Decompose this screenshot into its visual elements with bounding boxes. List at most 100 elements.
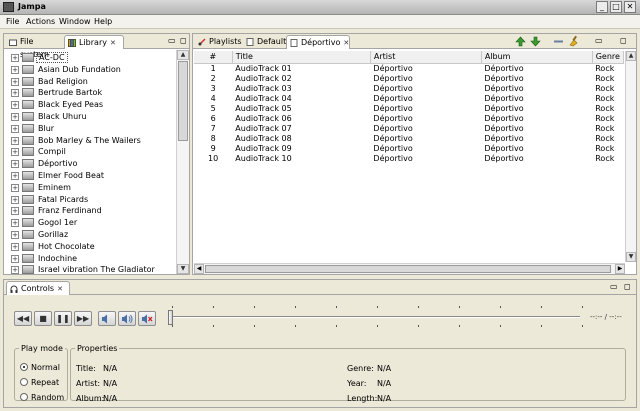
move-down-icon[interactable]: [530, 36, 541, 47]
expand-icon[interactable]: +: [11, 89, 19, 98]
remove-icon[interactable]: [553, 36, 564, 47]
minimize-view-icon[interactable]: ▭: [595, 36, 603, 45]
column-header-title[interactable]: Title: [232, 51, 371, 64]
maximize-view-icon[interactable]: ◻: [180, 36, 187, 45]
table-horizontal-scrollbar[interactable]: ◀ ▶: [194, 263, 625, 274]
scroll-left-arrow-icon[interactable]: ◀: [194, 264, 204, 274]
tab-default[interactable]: Default: [243, 35, 286, 49]
volume-down-button[interactable]: [98, 311, 116, 326]
playlist-pane: Playlists Default Déportivo ✕ ▭ ◻ # Title: [192, 33, 637, 275]
close-tab-icon[interactable]: ✕: [343, 39, 349, 47]
previous-button[interactable]: ◀◀: [14, 311, 32, 326]
expand-icon[interactable]: +: [11, 195, 19, 204]
table-cell: 3: [210, 83, 216, 93]
expand-icon[interactable]: +: [11, 101, 19, 110]
expand-icon[interactable]: +: [11, 113, 19, 121]
menu-help[interactable]: Help: [94, 17, 112, 26]
expand-icon[interactable]: +: [11, 148, 19, 157]
next-button[interactable]: ▶▶: [74, 311, 92, 326]
maximize-button[interactable]: □: [610, 1, 622, 13]
volume-up-button[interactable]: [118, 311, 136, 326]
tab-file-system[interactable]: File system: [6, 35, 64, 59]
expand-icon[interactable]: +: [11, 207, 19, 216]
column-header-genre[interactable]: Genre: [592, 51, 624, 64]
tab-deportivo[interactable]: Déportivo ✕: [286, 35, 350, 49]
menu-file[interactable]: File: [6, 17, 19, 26]
mute-button[interactable]: [138, 311, 156, 326]
tab-playlists[interactable]: Playlists: [195, 35, 242, 49]
expand-icon[interactable]: +: [11, 172, 19, 180]
maximize-view-icon[interactable]: ◻: [620, 36, 627, 45]
maximize-view-icon[interactable]: ◻: [624, 282, 631, 291]
scroll-thumb[interactable]: [178, 61, 188, 141]
expand-icon[interactable]: +: [11, 77, 19, 86]
tab-controls[interactable]: Controls ✕: [6, 281, 70, 295]
tree-item-label: Eminem: [38, 182, 71, 192]
radio-random[interactable]: Random: [20, 393, 64, 402]
table-row[interactable]: 4 AudioTrack 04 Déportivo Déportivo Rock: [194, 94, 624, 104]
stop-icon: ■: [39, 314, 47, 323]
expand-icon[interactable]: +: [11, 231, 19, 239]
column-header-number[interactable]: #: [194, 51, 233, 64]
table-row[interactable]: 2 AudioTrack 02 Déportivo Déportivo Rock: [194, 74, 624, 84]
expand-icon[interactable]: +: [11, 54, 19, 62]
menu-window[interactable]: Window: [59, 17, 91, 26]
table-row[interactable]: 10 AudioTrack 10 Déportivo Déportivo Rock: [194, 154, 624, 164]
close-tab-icon[interactable]: ✕: [110, 39, 116, 47]
expand-icon[interactable]: +: [11, 254, 19, 263]
table-row[interactable]: 5 AudioTrack 05 Déportivo Déportivo Rock: [194, 104, 624, 114]
year-value: N/A: [377, 379, 392, 388]
tab-library[interactable]: Library ✕: [64, 35, 124, 49]
table-cell: 2: [210, 73, 216, 83]
scroll-right-arrow-icon[interactable]: ▶: [615, 264, 625, 274]
expand-icon[interactable]: +: [11, 219, 19, 228]
minimize-view-icon[interactable]: ▭: [168, 36, 176, 45]
scroll-down-arrow-icon[interactable]: ▼: [626, 252, 636, 262]
horizontal-scroll-thumb[interactable]: [205, 265, 611, 273]
table-row[interactable]: 8 AudioTrack 08 Déportivo Déportivo Rock: [194, 134, 624, 144]
column-header-album[interactable]: Album: [481, 51, 593, 64]
close-tab-icon[interactable]: ✕: [57, 285, 63, 293]
table-row[interactable]: 9 AudioTrack 09 Déportivo Déportivo Rock: [194, 144, 624, 154]
table-row[interactable]: 1 AudioTrack 01 Déportivo Déportivo Rock: [194, 63, 624, 74]
close-button[interactable]: ✕: [624, 1, 636, 13]
minimize-button[interactable]: _: [596, 1, 608, 13]
position-slider[interactable]: [166, 305, 583, 329]
library-scrollbar[interactable]: ▲ ▼: [176, 50, 189, 274]
clear-icon[interactable]: [568, 35, 580, 47]
column-header-artist[interactable]: Artist: [370, 51, 482, 64]
radio-repeat[interactable]: Repeat: [20, 378, 59, 387]
move-up-icon[interactable]: [515, 36, 526, 47]
expand-icon[interactable]: +: [11, 124, 19, 133]
slider-tick: [541, 325, 542, 327]
menu-actions[interactable]: Actions: [26, 17, 55, 26]
minimize-view-icon[interactable]: ▭: [610, 282, 618, 291]
scroll-up-arrow-icon[interactable]: ▲: [177, 50, 189, 60]
window-title: Jampa: [18, 2, 46, 11]
radio-normal[interactable]: Normal: [20, 363, 60, 372]
expand-icon[interactable]: +: [11, 65, 19, 74]
table-row[interactable]: 3 AudioTrack 03 Déportivo Déportivo Rock: [194, 84, 624, 94]
expand-icon[interactable]: +: [11, 266, 19, 274]
expand-icon[interactable]: +: [11, 160, 19, 169]
table-row[interactable]: 7 AudioTrack 07 Déportivo Déportivo Rock: [194, 124, 624, 134]
scroll-down-arrow-icon[interactable]: ▼: [177, 264, 189, 274]
expand-icon[interactable]: +: [11, 136, 19, 145]
tree-item-label: Franz Ferdinand: [38, 206, 102, 216]
table-cell: Déportivo: [484, 63, 524, 73]
expand-icon[interactable]: +: [11, 242, 19, 251]
slider-tick: [213, 306, 214, 308]
table-vertical-scrollbar[interactable]: ▲ ▼: [625, 51, 636, 262]
slider-thumb[interactable]: [168, 310, 173, 325]
pause-button[interactable]: ❚❚: [54, 311, 72, 326]
slider-tick: [254, 306, 255, 308]
tree-item-label: Gogol 1er: [38, 218, 78, 228]
expand-icon[interactable]: +: [11, 183, 19, 192]
slider-tick: [377, 325, 378, 327]
table-row[interactable]: 6 AudioTrack 06 Déportivo Déportivo Rock: [194, 114, 624, 124]
table-cell: Déportivo: [484, 103, 524, 113]
stop-button[interactable]: ■: [34, 311, 52, 326]
artist-label: Artist:: [76, 379, 101, 388]
scroll-up-arrow-icon[interactable]: ▲: [626, 51, 636, 61]
menu-bar: File Actions Window Help: [0, 15, 640, 29]
